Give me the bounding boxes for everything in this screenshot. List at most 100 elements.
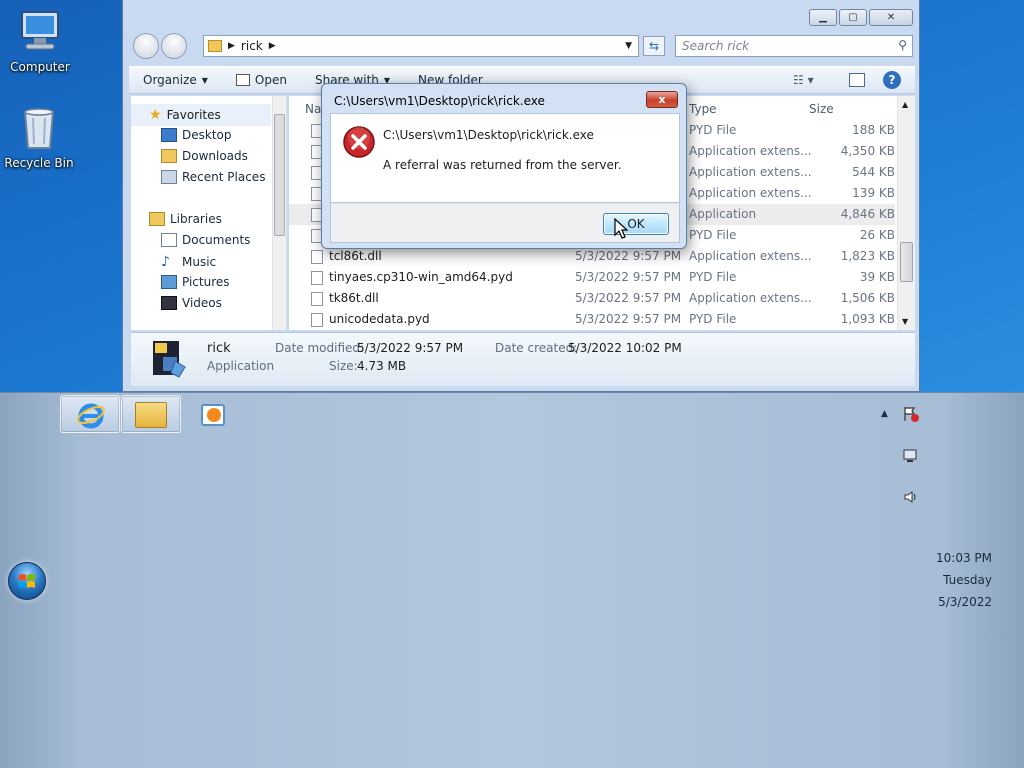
pictures-icon	[161, 275, 177, 289]
search-icon[interactable]: ⚲	[898, 38, 907, 52]
minimize-button[interactable]: ▁	[809, 9, 837, 26]
address-dropdown-icon[interactable]: ▼	[625, 41, 632, 51]
downloads-icon	[161, 149, 177, 163]
nav-label: Desktop	[182, 128, 232, 142]
nav-label: Recent Places	[182, 170, 266, 184]
column-header-size[interactable]: Size	[809, 102, 834, 116]
refresh-button[interactable]: ⇆	[643, 36, 665, 56]
file-row[interactable]: tinyaes.cp310-win_amd64.pyd 5/3/2022 9:57…	[289, 267, 895, 288]
application-icon	[149, 337, 191, 381]
window-controls: ▁ ▢ ✕	[809, 9, 913, 26]
breadcrumb-rick[interactable]: rick	[241, 39, 263, 53]
refresh-icon: ⇆	[648, 39, 660, 53]
nav-item-music[interactable]: ♪ Music	[161, 254, 216, 270]
file-name: tcl86t.dll	[329, 249, 382, 263]
forward-button[interactable]	[161, 33, 187, 59]
scroll-up-icon[interactable]: ▲	[902, 100, 908, 109]
nav-item-pictures[interactable]: Pictures	[161, 275, 230, 289]
start-button[interactable]	[8, 562, 46, 600]
file-icon	[311, 313, 323, 327]
breadcrumb-separator-icon: ▶	[228, 41, 235, 51]
organize-button[interactable]: Organize ▼	[129, 73, 222, 87]
ok-button[interactable]: OK	[603, 213, 669, 235]
desktop-icon-recycle-bin[interactable]: Recycle Bin	[1, 104, 77, 170]
nav-label: Libraries	[170, 212, 222, 226]
recycle-bin-icon	[15, 104, 63, 152]
nav-scrollbar[interactable]	[272, 96, 286, 330]
file-size: 139 KB	[852, 186, 895, 200]
dialog-close-button[interactable]: x	[646, 91, 678, 108]
file-type: Application extens...	[689, 291, 812, 305]
nav-item-recent-places[interactable]: Recent Places	[161, 170, 265, 184]
file-type: PYD File	[689, 228, 737, 242]
view-button[interactable]: ☷ ▾	[793, 73, 814, 87]
close-icon: x	[658, 93, 666, 106]
error-icon	[343, 126, 375, 158]
nav-item-downloads[interactable]: Downloads	[161, 149, 248, 163]
clock-date[interactable]: 5/3/2022	[902, 595, 992, 609]
file-type: Application extens...	[689, 186, 812, 200]
file-row[interactable]: unicodedata.pyd 5/3/2022 9:57 PM PYD File 1…	[289, 309, 895, 330]
favorites-header[interactable]: ★ Favorites	[131, 104, 271, 126]
file-size: 1,506 KB	[840, 291, 895, 305]
chevron-down-icon: ▼	[201, 75, 208, 85]
file-size: 4,350 KB	[840, 144, 895, 158]
file-scroll-thumb[interactable]	[900, 242, 913, 282]
volume-icon[interactable]	[902, 488, 920, 506]
date-created-label: Date created:	[495, 341, 578, 355]
computer-icon	[16, 8, 64, 56]
preview-pane-button[interactable]	[849, 73, 865, 87]
scroll-down-icon[interactable]: ▼	[902, 317, 908, 326]
taskbar-media-player[interactable]	[182, 395, 242, 433]
taskbar-file-explorer[interactable]	[121, 395, 181, 433]
date-created-value: 5/3/2022 10:02 PM	[568, 341, 682, 355]
internet-explorer-icon	[76, 400, 106, 430]
nav-scroll-thumb[interactable]	[274, 114, 285, 236]
nav-label: Pictures	[182, 275, 230, 289]
nav-item-desktop[interactable]: Desktop	[161, 128, 232, 142]
file-type: Application extens...	[689, 144, 812, 158]
back-button[interactable]	[133, 33, 159, 59]
file-row[interactable]: tk86t.dll 5/3/2022 9:57 PM Application ext…	[289, 288, 895, 309]
taskbar: ▲ 10:03 PM Tuesday 5/3/2022	[0, 392, 1024, 768]
nav-item-documents[interactable]: Documents	[161, 233, 250, 247]
file-size: 188 KB	[852, 123, 895, 137]
nav-item-videos[interactable]: Videos	[161, 296, 222, 310]
column-header-type[interactable]: Type	[689, 102, 717, 116]
taskbar-internet-explorer[interactable]	[60, 395, 120, 433]
desktop-icon-computer[interactable]: Computer	[2, 8, 78, 74]
view-icon: ☷ ▾	[793, 73, 814, 87]
navigation-pane: ★ Favorites Desktop Downloads Recent Pla…	[131, 96, 287, 330]
file-explorer-icon	[135, 402, 167, 428]
clock-time[interactable]: 10:03 PM	[902, 551, 992, 565]
network-icon[interactable]	[902, 447, 920, 465]
file-icon	[311, 271, 323, 285]
open-button[interactable]: Open	[222, 73, 301, 87]
file-date: 5/3/2022 9:57 PM	[575, 270, 682, 284]
file-row[interactable]: tcl86t.dll 5/3/2022 9:57 PM Application ex…	[289, 246, 895, 267]
file-date: 5/3/2022 9:57 PM	[575, 291, 682, 305]
file-type: Application extens...	[689, 249, 812, 263]
help-button[interactable]: ?	[883, 71, 901, 89]
file-type: Application extens...	[689, 165, 812, 179]
search-input[interactable]: Search rick ⚲	[675, 35, 913, 57]
nav-label: Videos	[182, 296, 222, 310]
date-modified-label: Date modified:	[275, 341, 365, 355]
file-scrollbar[interactable]: ▲ ▼	[897, 96, 915, 330]
clock-day[interactable]: Tuesday	[902, 573, 992, 587]
file-size: 544 KB	[852, 165, 895, 179]
desktop-icon	[161, 128, 177, 142]
column-header-name[interactable]: Na	[305, 102, 321, 116]
show-hidden-icons-button[interactable]: ▲	[881, 409, 888, 419]
details-name: rick	[207, 341, 231, 356]
nav-item-libraries[interactable]: Libraries	[149, 212, 222, 226]
minimize-icon: ▁	[819, 12, 827, 23]
file-size: 39 KB	[859, 270, 895, 284]
file-type: PYD File	[689, 123, 737, 137]
maximize-button[interactable]: ▢	[839, 9, 867, 26]
action-center-icon[interactable]	[902, 405, 920, 423]
address-bar[interactable]: ▶ rick ▶ ▼	[203, 35, 639, 57]
file-date: 5/3/2022 9:57 PM	[575, 312, 682, 326]
file-name: tk86t.dll	[329, 291, 379, 305]
close-button[interactable]: ✕	[869, 9, 913, 26]
